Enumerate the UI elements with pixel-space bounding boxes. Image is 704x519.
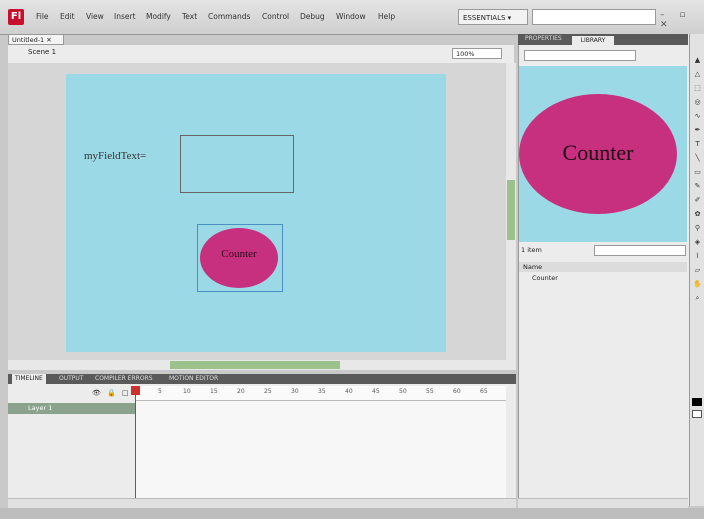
paint-bucket-tool-icon[interactable]: ◈	[693, 238, 702, 247]
hand-tool-icon[interactable]: ✋	[693, 280, 702, 289]
eraser-tool-icon[interactable]: ▱	[693, 266, 702, 275]
text-tool-icon[interactable]: T	[693, 140, 702, 149]
frame-number: 25	[264, 388, 272, 395]
playhead-handle[interactable]	[131, 386, 140, 395]
frame-number: 60	[453, 388, 461, 395]
document-tab[interactable]: Untitled-1 ✕	[8, 34, 64, 45]
menu-control[interactable]: Control	[262, 12, 289, 21]
pen-tool-icon[interactable]: ✒	[693, 126, 702, 135]
selection-tool-icon[interactable]: ▲	[693, 56, 702, 65]
frame-ruler[interactable]: 5 10 15 20 25 30 35 40 45 50 55 60 65	[136, 386, 506, 401]
counter-button-label: Counter	[221, 248, 257, 260]
menu-debug[interactable]: Debug	[300, 12, 325, 21]
scene-breadcrumb[interactable]: Scene 1	[28, 48, 56, 56]
free-transform-tool-icon[interactable]: ⬚	[693, 84, 702, 93]
horizontal-scroll-thumb[interactable]	[170, 361, 340, 369]
frame-number: 15	[210, 388, 218, 395]
frame-number: 35	[318, 388, 326, 395]
pencil-tool-icon[interactable]: ✎	[693, 182, 702, 191]
frame-grid[interactable]	[136, 386, 506, 498]
app-logo-icon: Fl	[8, 9, 24, 25]
search-input[interactable]	[532, 9, 656, 25]
vertical-scroll-thumb[interactable]	[507, 180, 515, 240]
frame-number: 50	[399, 388, 407, 395]
workspace-switcher[interactable]: ESSENTIALS ▾	[458, 9, 528, 25]
menu-commands[interactable]: Commands	[208, 12, 250, 21]
frame-number: 20	[237, 388, 245, 395]
menu-edit[interactable]: Edit	[60, 12, 75, 21]
menu-view[interactable]: View	[86, 12, 104, 21]
subselection-tool-icon[interactable]: △	[693, 70, 702, 79]
frame-number: 30	[291, 388, 299, 395]
menu-window[interactable]: Window	[336, 12, 366, 21]
tab-library[interactable]: LIBRARY	[572, 36, 614, 45]
brush-tool-icon[interactable]: ✐	[693, 196, 702, 205]
menu-text[interactable]: Text	[182, 12, 197, 21]
3d-rotation-tool-icon[interactable]: ◎	[693, 98, 702, 107]
menu-help[interactable]: Help	[378, 12, 395, 21]
dynamic-text-field[interactable]	[180, 135, 294, 193]
menu-insert[interactable]: Insert	[114, 12, 136, 21]
frame-number: 10	[183, 388, 191, 395]
stage[interactable]	[66, 74, 446, 352]
eyedropper-tool-icon[interactable]: ⌇	[693, 252, 702, 261]
zoom-select[interactable]: 100%	[452, 48, 502, 59]
zoom-tool-icon[interactable]: ⌕	[693, 294, 702, 303]
layer-row[interactable]: Layer 1	[8, 403, 136, 414]
tools-panel: ▲ △ ⬚ ◎ ∿ ✒ T ╲ ▭ ✎ ✐ ✿ ⚲ ◈ ⌇ ▱ ✋ ⌕	[689, 34, 704, 506]
timeline-tab-bar: TIMELINE OUTPUT COMPILER ERRORS MOTION E…	[8, 374, 516, 384]
tab-timeline[interactable]: TIMELINE	[12, 374, 46, 384]
frame-number: 5	[158, 388, 162, 395]
line-tool-icon[interactable]: ╲	[693, 154, 702, 163]
tab-properties[interactable]: PROPERTIES	[522, 34, 565, 44]
stroke-color-swatch[interactable]	[692, 398, 702, 406]
os-taskbar	[0, 508, 704, 519]
tab-motion-editor[interactable]: MOTION EDITOR	[166, 374, 221, 384]
layer-header-icons[interactable]: 👁 🔒 □	[92, 389, 131, 397]
library-column-header[interactable]: Name	[519, 262, 687, 272]
edit-bar	[8, 45, 514, 64]
tab-compiler-errors[interactable]: COMPILER ERRORS	[92, 374, 156, 384]
rectangle-tool-icon[interactable]: ▭	[693, 168, 702, 177]
playhead-line[interactable]	[135, 386, 136, 506]
menu-file[interactable]: File	[36, 12, 49, 21]
deco-tool-icon[interactable]: ✿	[693, 210, 702, 219]
menu-modify[interactable]: Modify	[146, 12, 171, 21]
preview-button-label: Counter	[562, 140, 634, 165]
tab-output[interactable]: OUTPUT	[56, 374, 86, 384]
frame-number: 45	[372, 388, 380, 395]
bone-tool-icon[interactable]: ⚲	[693, 224, 702, 233]
fill-color-swatch[interactable]	[692, 410, 702, 418]
frame-number: 40	[345, 388, 353, 395]
frame-number: 65	[480, 388, 488, 395]
library-item-count: 1 item	[521, 246, 542, 254]
library-search-input[interactable]	[594, 245, 686, 256]
field-label-text[interactable]: myFieldText=	[84, 150, 146, 162]
library-item[interactable]: Counter	[532, 274, 558, 282]
frame-number: 55	[426, 388, 434, 395]
window-controls[interactable]: – ▫ ✕	[660, 10, 704, 30]
library-document-select[interactable]	[524, 50, 636, 61]
lasso-tool-icon[interactable]: ∿	[693, 112, 702, 121]
